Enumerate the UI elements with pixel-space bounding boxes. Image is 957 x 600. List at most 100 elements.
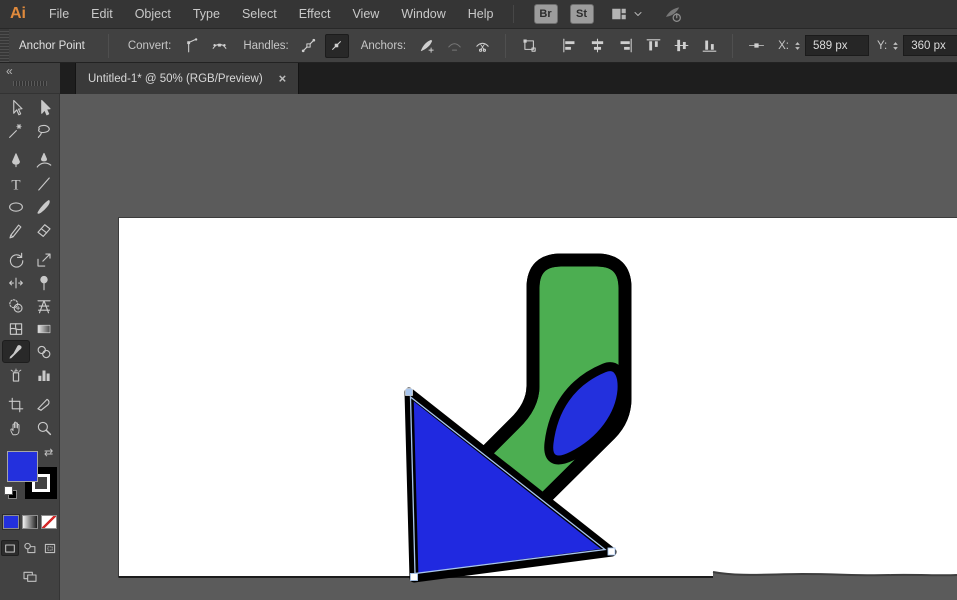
tool-button[interactable] [30, 218, 58, 241]
align-button[interactable] [557, 34, 581, 58]
anchors-label: Anchors: [361, 40, 406, 52]
align-button[interactable] [669, 34, 693, 58]
field-label: Y: [877, 40, 887, 52]
tool-button[interactable] [30, 248, 58, 271]
anchors-button[interactable] [470, 34, 494, 58]
handles-button[interactable] [297, 34, 321, 58]
tool-button[interactable] [30, 172, 58, 195]
tool-button[interactable] [30, 96, 58, 119]
convert-anchor-button[interactable] [207, 34, 231, 58]
gradient-button[interactable] [22, 515, 38, 529]
menu-item[interactable]: Object [124, 7, 182, 21]
align-button[interactable] [641, 34, 665, 58]
anchors-button[interactable] [414, 34, 438, 58]
panel-grip-dots[interactable] [13, 81, 47, 86]
field-value[interactable]: 589 px [805, 35, 869, 56]
menu-item[interactable]: File [38, 7, 80, 21]
illustrator-window: Ai File Edit Object Type Select Effect V… [0, 0, 957, 600]
handles-button[interactable] [325, 34, 349, 58]
style-button[interactable]: St [570, 4, 594, 24]
tool-button[interactable] [30, 340, 58, 363]
tool-button[interactable] [30, 119, 58, 142]
tool-button[interactable] [30, 195, 58, 218]
tool-button[interactable] [30, 271, 58, 294]
bridge-button[interactable]: Br [534, 4, 558, 24]
app-logo: Ai [0, 5, 38, 23]
fill-color-swatch[interactable] [7, 451, 38, 482]
convert-smooth-icon [207, 34, 231, 58]
drawing-mode-button[interactable] [1, 540, 19, 556]
align-button[interactable] [613, 34, 637, 58]
screen-mode-row [0, 568, 59, 584]
tool-button[interactable] [2, 96, 30, 119]
artboard[interactable] [118, 217, 957, 577]
color-type-row [0, 515, 59, 529]
tool-button[interactable] [30, 149, 58, 172]
tool-button[interactable] [30, 363, 58, 386]
transform-rect-icon [521, 37, 538, 54]
tool-button[interactable] [2, 340, 30, 363]
menu-item[interactable]: Select [231, 7, 288, 21]
menu-items: File Edit Object Type Select Effect View… [38, 0, 505, 28]
cs-live-icon[interactable] [660, 4, 686, 24]
chevron-down-icon[interactable] [632, 8, 644, 20]
isolate-point-button[interactable] [744, 34, 768, 58]
tool-button[interactable] [30, 416, 58, 439]
pen-tool-icon [2, 149, 30, 172]
screen-mode-icon[interactable] [20, 568, 40, 584]
tool-button[interactable] [2, 363, 30, 386]
drawing-mode-button[interactable] [41, 540, 59, 556]
spinner-icon[interactable] [792, 36, 803, 56]
tool-button[interactable]: T [2, 172, 30, 195]
tool-button[interactable] [2, 416, 30, 439]
menu-item[interactable]: Type [182, 7, 231, 21]
hand-tool-icon [2, 416, 30, 439]
draw-inside-icon [41, 540, 59, 556]
anchors-button[interactable] [442, 34, 466, 58]
selection-tool-icon [2, 96, 30, 119]
menu-item[interactable]: View [341, 7, 390, 21]
handles-show-icon [297, 34, 321, 58]
default-fill-stroke-icon[interactable] [4, 486, 18, 500]
menu-item[interactable]: Edit [80, 7, 124, 21]
spinner-icon[interactable] [890, 36, 901, 56]
align-button[interactable] [697, 34, 721, 58]
tool-button[interactable] [2, 393, 30, 416]
drawing-mode-button[interactable] [21, 540, 39, 556]
tool-button[interactable] [2, 294, 30, 317]
zoom-tool-icon [30, 416, 58, 439]
color-button[interactable] [3, 515, 19, 529]
tool-button[interactable] [2, 248, 30, 271]
none-button[interactable] [41, 515, 57, 529]
tool-button[interactable] [2, 119, 30, 142]
document-tab[interactable]: Untitled-1* @ 50% (RGB/Preview) × [75, 63, 299, 94]
menu-item[interactable]: Window [390, 7, 456, 21]
canvas-area[interactable] [60, 94, 957, 600]
tool-button[interactable] [30, 393, 58, 416]
shape-builder-tool-icon [2, 294, 30, 317]
tools-grid: T [0, 96, 59, 439]
panel-grip[interactable] [0, 29, 9, 62]
close-icon[interactable]: × [279, 71, 287, 86]
tool-button[interactable] [30, 317, 58, 340]
tool-button[interactable] [2, 317, 30, 340]
menu-bar: Ai File Edit Object Type Select Effect V… [0, 0, 957, 29]
handles-buttons [295, 34, 351, 58]
convert-anchor-button[interactable] [179, 34, 203, 58]
tool-button[interactable] [2, 271, 30, 294]
tool-button[interactable] [30, 294, 58, 317]
tool-button[interactable] [2, 218, 30, 241]
paintbrush-tool-icon [30, 195, 58, 218]
menu-item[interactable]: Effect [288, 7, 342, 21]
menu-item[interactable]: Help [457, 7, 505, 21]
tool-button[interactable] [2, 149, 30, 172]
align-button[interactable] [585, 34, 609, 58]
tool-button[interactable] [2, 195, 30, 218]
field-value[interactable]: 360 px [903, 35, 957, 56]
document-tab-label: Untitled-1* @ 50% (RGB/Preview) [88, 73, 263, 85]
collapse-panel-button[interactable]: « [0, 63, 60, 78]
workspace-icon[interactable] [608, 5, 630, 23]
divider [732, 34, 733, 58]
transform-options-button[interactable] [517, 34, 541, 58]
swap-fill-stroke-icon[interactable]: ⇄ [44, 446, 53, 459]
